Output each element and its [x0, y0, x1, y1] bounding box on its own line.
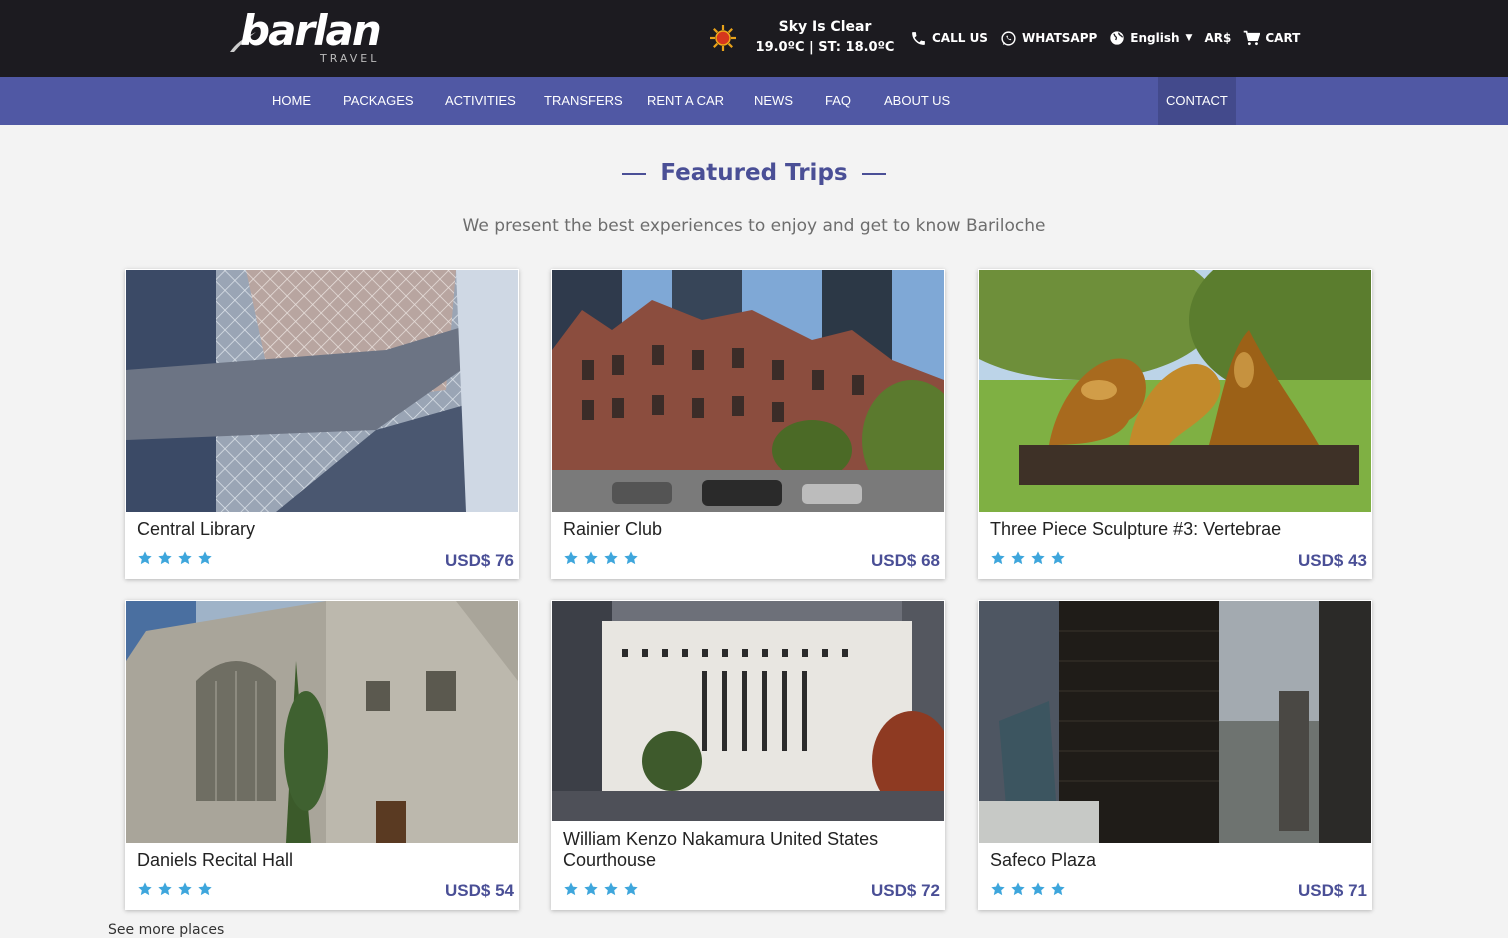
currency-label: AR$: [1204, 31, 1232, 45]
call-us-label: CALL US: [932, 31, 988, 45]
section-subtitle: We present the best experiences to enjoy…: [462, 216, 1046, 236]
star-icon: [604, 551, 618, 565]
star-icon: [1011, 551, 1025, 565]
title-decor-line: [622, 172, 647, 175]
rating-stars: [563, 881, 643, 897]
currency-selector[interactable]: AR$: [1204, 31, 1231, 45]
rating-stars: [990, 881, 1070, 897]
trip-title: William Kenzo Nakamura United States Cou…: [563, 829, 879, 870]
weather-condition: Sky Is Clear: [778, 19, 872, 35]
trip-price: USD$ 72: [871, 881, 940, 900]
trip-photo: [126, 270, 518, 512]
sun-icon: [710, 25, 736, 51]
globe-icon: [1110, 31, 1124, 45]
star-icon: [564, 551, 578, 565]
section-title-text: Featured Trips: [660, 160, 848, 186]
rating-stars: [563, 550, 643, 566]
nav-item-about-us[interactable]: ABOUT US: [884, 77, 950, 125]
trip-price: USD$ 43: [1298, 551, 1367, 570]
star-icon: [198, 551, 212, 565]
trip-photo: [552, 601, 944, 821]
logo-wordmark: barlan: [240, 6, 382, 55]
trip-card[interactable]: Central Library USD$ 76: [125, 269, 519, 579]
star-icon: [1051, 551, 1065, 565]
trip-price: USD$ 76: [445, 551, 514, 570]
top-links: CALL US WHATSAPP English ▼ AR$ CART: [910, 28, 1312, 48]
top-bar: barlan TRAVEL Sky Is Clear 19.0ºC | ST: …: [0, 0, 1508, 77]
star-icon: [624, 551, 638, 565]
nav-item-packages[interactable]: PACKAGES: [343, 77, 414, 125]
trip-photo: [126, 601, 518, 843]
trip-photo: [979, 601, 1371, 843]
trip-price: USD$ 68: [871, 551, 940, 570]
nav-item-activities[interactable]: ACTIVITIES: [445, 77, 516, 125]
chevron-down-icon: ▼: [1185, 33, 1193, 43]
trip-card[interactable]: Three Piece Sculpture #3: Vertebrae USD$…: [978, 269, 1372, 579]
star-icon: [138, 882, 152, 896]
trip-price: USD$ 71: [1298, 881, 1367, 900]
star-icon: [1031, 551, 1045, 565]
whatsapp-label: WHATSAPP: [1021, 31, 1098, 45]
weather-temperature: 19.0ºC | ST: 18.0ºC: [755, 40, 895, 55]
cart-label: CART: [1265, 31, 1301, 45]
nav-item-news[interactable]: NEWS: [754, 77, 793, 125]
logo-subtitle: TRAVEL: [320, 52, 380, 65]
star-icon: [624, 882, 638, 896]
nav-item-rent-a-car[interactable]: RENT A CAR: [647, 77, 724, 125]
nav-item-transfers[interactable]: TRANSFERS: [544, 77, 623, 125]
trip-photo: [979, 270, 1371, 512]
trip-card[interactable]: Daniels Recital Hall USD$ 54: [125, 600, 519, 910]
nav-item-contact[interactable]: CONTACT: [1158, 77, 1236, 125]
nav-item-home[interactable]: HOME: [272, 77, 311, 125]
star-icon: [1031, 882, 1045, 896]
cart-icon: [1244, 30, 1261, 46]
star-icon: [158, 551, 172, 565]
see-more-link[interactable]: See more places: [108, 922, 224, 938]
star-icon: [178, 882, 192, 896]
star-icon: [1011, 882, 1025, 896]
star-icon: [1051, 882, 1065, 896]
trip-title: Three Piece Sculpture #3: Vertebrae: [990, 519, 1282, 539]
star-icon: [564, 882, 578, 896]
rating-stars: [990, 550, 1070, 566]
star-icon: [991, 551, 1005, 565]
nav-item-faq[interactable]: FAQ: [825, 77, 851, 125]
star-icon: [158, 882, 172, 896]
trip-title: Rainier Club: [563, 519, 663, 539]
section-title: Featured Trips: [0, 160, 1508, 186]
star-icon: [198, 882, 212, 896]
main-nav: HOME PACKAGES ACTIVITIES TRANSFERS RENT …: [0, 77, 1508, 125]
language-selector[interactable]: English ▼: [1109, 30, 1192, 46]
trip-card[interactable]: Rainier Club USD$ 68: [551, 269, 945, 579]
cart-link[interactable]: CART: [1243, 30, 1300, 46]
weather-widget: Sky Is Clear 19.0ºC | ST: 18.0ºC: [752, 17, 898, 59]
title-decor-line: [861, 172, 886, 175]
trip-title: Central Library: [137, 519, 256, 539]
rating-stars: [137, 881, 217, 897]
star-icon: [584, 882, 598, 896]
trip-photo: [552, 270, 944, 512]
call-us-link[interactable]: CALL US: [910, 30, 988, 47]
star-icon: [584, 551, 598, 565]
star-icon: [604, 882, 618, 896]
star-icon: [178, 551, 192, 565]
star-icon: [991, 882, 1005, 896]
whatsapp-icon: [1001, 30, 1016, 46]
trip-card[interactable]: William Kenzo Nakamura United States Cou…: [551, 600, 945, 910]
star-icon: [138, 551, 152, 565]
trip-title: Safeco Plaza: [990, 850, 1097, 870]
language-label: English: [1130, 31, 1180, 45]
trip-price: USD$ 54: [445, 881, 514, 900]
brand-logo[interactable]: barlan TRAVEL: [228, 6, 388, 68]
rating-stars: [137, 550, 217, 566]
phone-icon: [912, 31, 925, 45]
whatsapp-link[interactable]: WHATSAPP: [1000, 30, 1097, 47]
trip-card[interactable]: Safeco Plaza USD$ 71: [978, 600, 1372, 910]
trip-title: Daniels Recital Hall: [137, 850, 294, 870]
